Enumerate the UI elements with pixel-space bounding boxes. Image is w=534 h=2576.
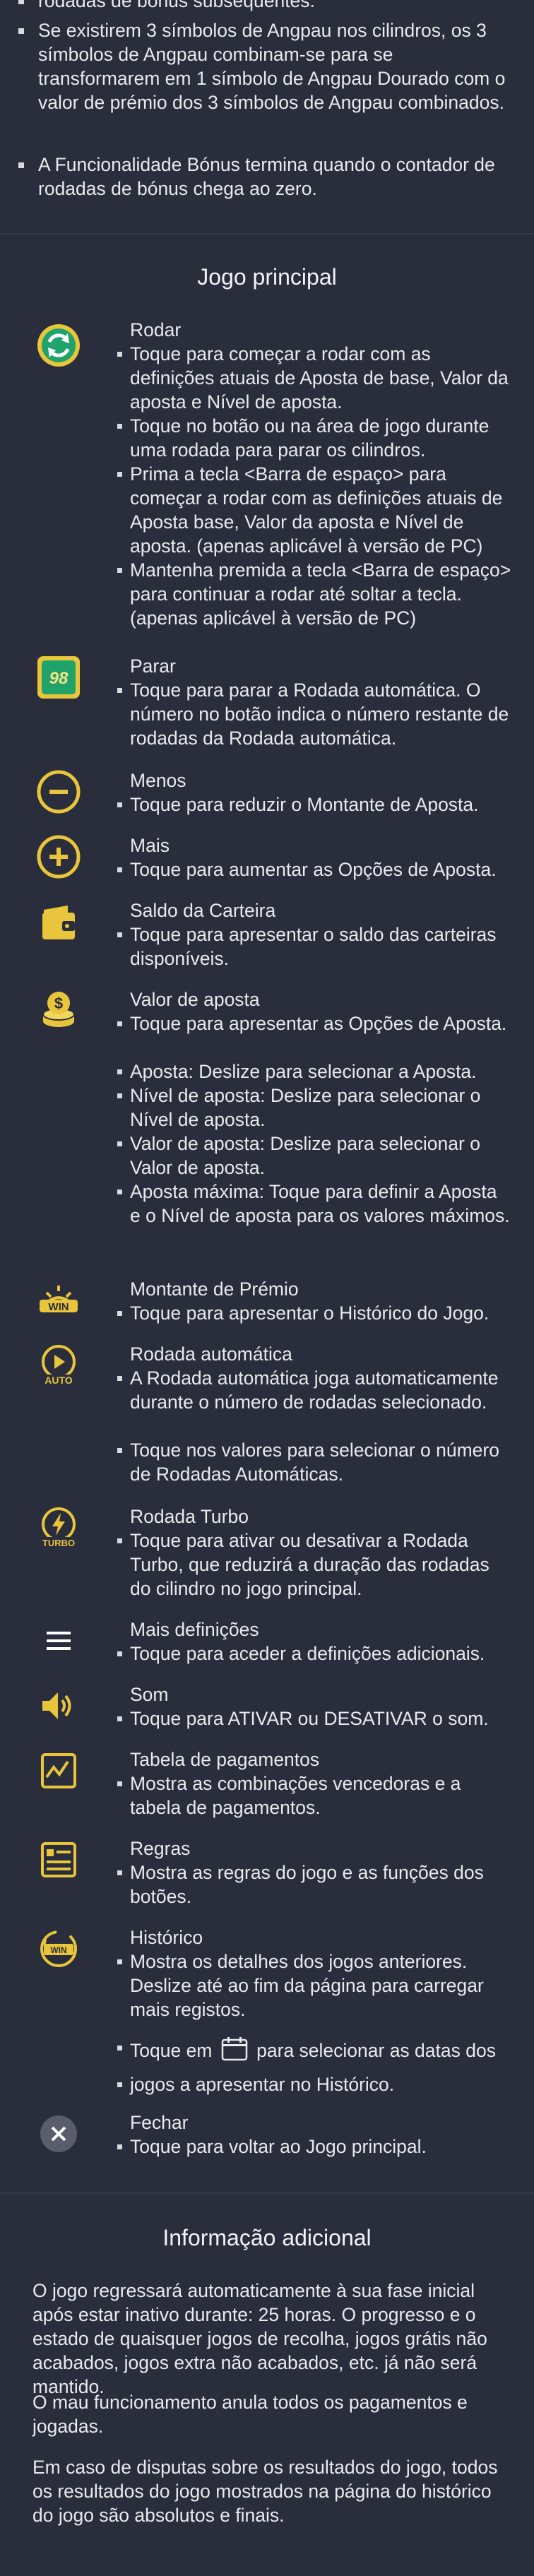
item-bullet: Toque para apresentar o Histórico do Jog… [117, 1301, 511, 1325]
bonus-rule-end: A Funcionalidade Bónus termina quando o … [18, 153, 518, 201]
item-bullet: Toque para começar a rodar com as defini… [117, 342, 511, 414]
menu-icon [35, 1618, 82, 1664]
item-bullet: Toque para voltar ao Jogo principal. [117, 2135, 511, 2159]
win-icon-text: WIN [48, 1301, 69, 1313]
item-title: Saldo da Carteira [130, 900, 276, 921]
item-bullet: Nível de aposta: Deslize para selecionar… [117, 1084, 511, 1132]
close-icon [35, 2111, 82, 2157]
section-divider [0, 2192, 534, 2194]
history-icon: WIN [35, 1925, 82, 1972]
item-bullet: Prima a tecla <Barra de espaço> para com… [117, 462, 511, 558]
item-title: Mais definições [130, 1619, 259, 1640]
calendar-bullet: Toque em para selecionar as datas dos [117, 2036, 511, 2067]
bonus-partial-line: rodadas de bónus subsequentes. [18, 0, 518, 13]
item-bullet: Toque para parar a Rodada automática. O … [117, 678, 511, 750]
calendar-icon [220, 2036, 249, 2067]
calendar-text-before: Toque em [130, 2040, 213, 2061]
history-icon-text: WIN [50, 1945, 66, 1955]
item-bullet: Aposta máxima: Toque para definir a Apos… [117, 1180, 511, 1228]
rules-icon [35, 1836, 82, 1883]
calendar-bullet-line2: jogos a apresentar no Histórico. [117, 2072, 511, 2096]
item-title: Parar [130, 655, 176, 677]
item-title: Fechar [130, 2112, 189, 2133]
autospin-count: 98 [49, 669, 69, 688]
item-title: Menos [130, 770, 186, 791]
turbo-icon: TURBO [35, 1504, 82, 1551]
plus-icon [35, 833, 82, 880]
item-bullet: Toque para ativar ou desativar a Rodada … [117, 1529, 511, 1601]
item-bullet: Mostra os detalhes dos jogos anteriores.… [117, 1949, 511, 2022]
section-divider [0, 233, 534, 235]
minus-icon [35, 768, 82, 815]
item-bullet: Valor de aposta: Deslize para selecionar… [117, 1132, 511, 1180]
item-bullet: Mantenha premida a tecla <Barra de espaç… [117, 559, 511, 629]
item-bullet: Toque para apresentar as Opções de Apost… [117, 1011, 511, 1035]
item-bullet: Toque nos valores para selecionar o núme… [117, 1438, 511, 1486]
item-title: Rodar [130, 319, 182, 340]
sound-icon [35, 1682, 82, 1729]
win-icon: WIN [35, 1277, 82, 1324]
item-bullet: Aposta: Deslize para selecionar a Aposta… [117, 1060, 511, 1084]
item-title: Rodada automática [130, 1343, 292, 1365]
paytable-icon [35, 1747, 82, 1794]
auto-icon-text: AUTO [44, 1375, 73, 1386]
item-title: Tabela de pagamentos [130, 1749, 320, 1770]
additional-info-title: Informação adicional [162, 2225, 372, 2250]
main-game-title: Jogo principal [197, 264, 337, 290]
turbo-icon-text: TURBO [42, 1538, 75, 1548]
item-title: Regras [130, 1838, 191, 1859]
item-title: Histórico [130, 1927, 203, 1948]
stop-autospin-icon: 98 [35, 654, 82, 701]
info-paragraph: O jogo regressará automaticamente à sua … [32, 2280, 487, 2397]
spin-icon [35, 322, 82, 369]
wallet-icon [35, 898, 82, 945]
item-bullet: A Rodada automática joga automaticamente… [117, 1366, 511, 1414]
item-title: Valor de aposta [130, 989, 260, 1010]
item-bullet: Toque para aceder a definições adicionai… [117, 1642, 511, 1666]
item-title: Mais [130, 835, 170, 856]
bonus-rule-angpau: Se existirem 3 símbolos de Angpau nos ci… [18, 18, 518, 114]
svg-text:$: $ [54, 995, 63, 1012]
item-bullet: Toque para apresentar o saldo das cartei… [117, 922, 511, 971]
item-bullet: Mostra as regras do jogo e as funções do… [117, 1860, 511, 1909]
item-bullet: Toque para ATIVAR ou DESATIVAR o som. [117, 1707, 511, 1731]
auto-spin-icon: AUTO [35, 1342, 82, 1389]
bonus-rules-continuation: rodadas de bónus subsequentes. Se existi… [0, 0, 534, 230]
item-bullet: Toque para aumentar as Opções de Aposta. [117, 857, 511, 882]
item-bullet: Toque no botão ou na área de jogo durant… [117, 414, 511, 462]
info-paragraph: Em caso de disputas sobre os resultados … [32, 2457, 498, 2526]
item-bullet: Mostra as combinações vencedoras e a tab… [117, 1771, 511, 1820]
coins-icon: $ [35, 987, 82, 1034]
calendar-text-after: para selecionar as datas dos [256, 2040, 496, 2061]
info-paragraph: O mau funcionamento anula todos os pagam… [32, 2392, 468, 2437]
item-bullet: Toque para reduzir o Montante de Aposta. [117, 793, 511, 817]
item-title: Som [130, 1684, 169, 1705]
item-title: Montante de Prémio [130, 1278, 299, 1300]
item-title: Rodada Turbo [130, 1506, 249, 1527]
